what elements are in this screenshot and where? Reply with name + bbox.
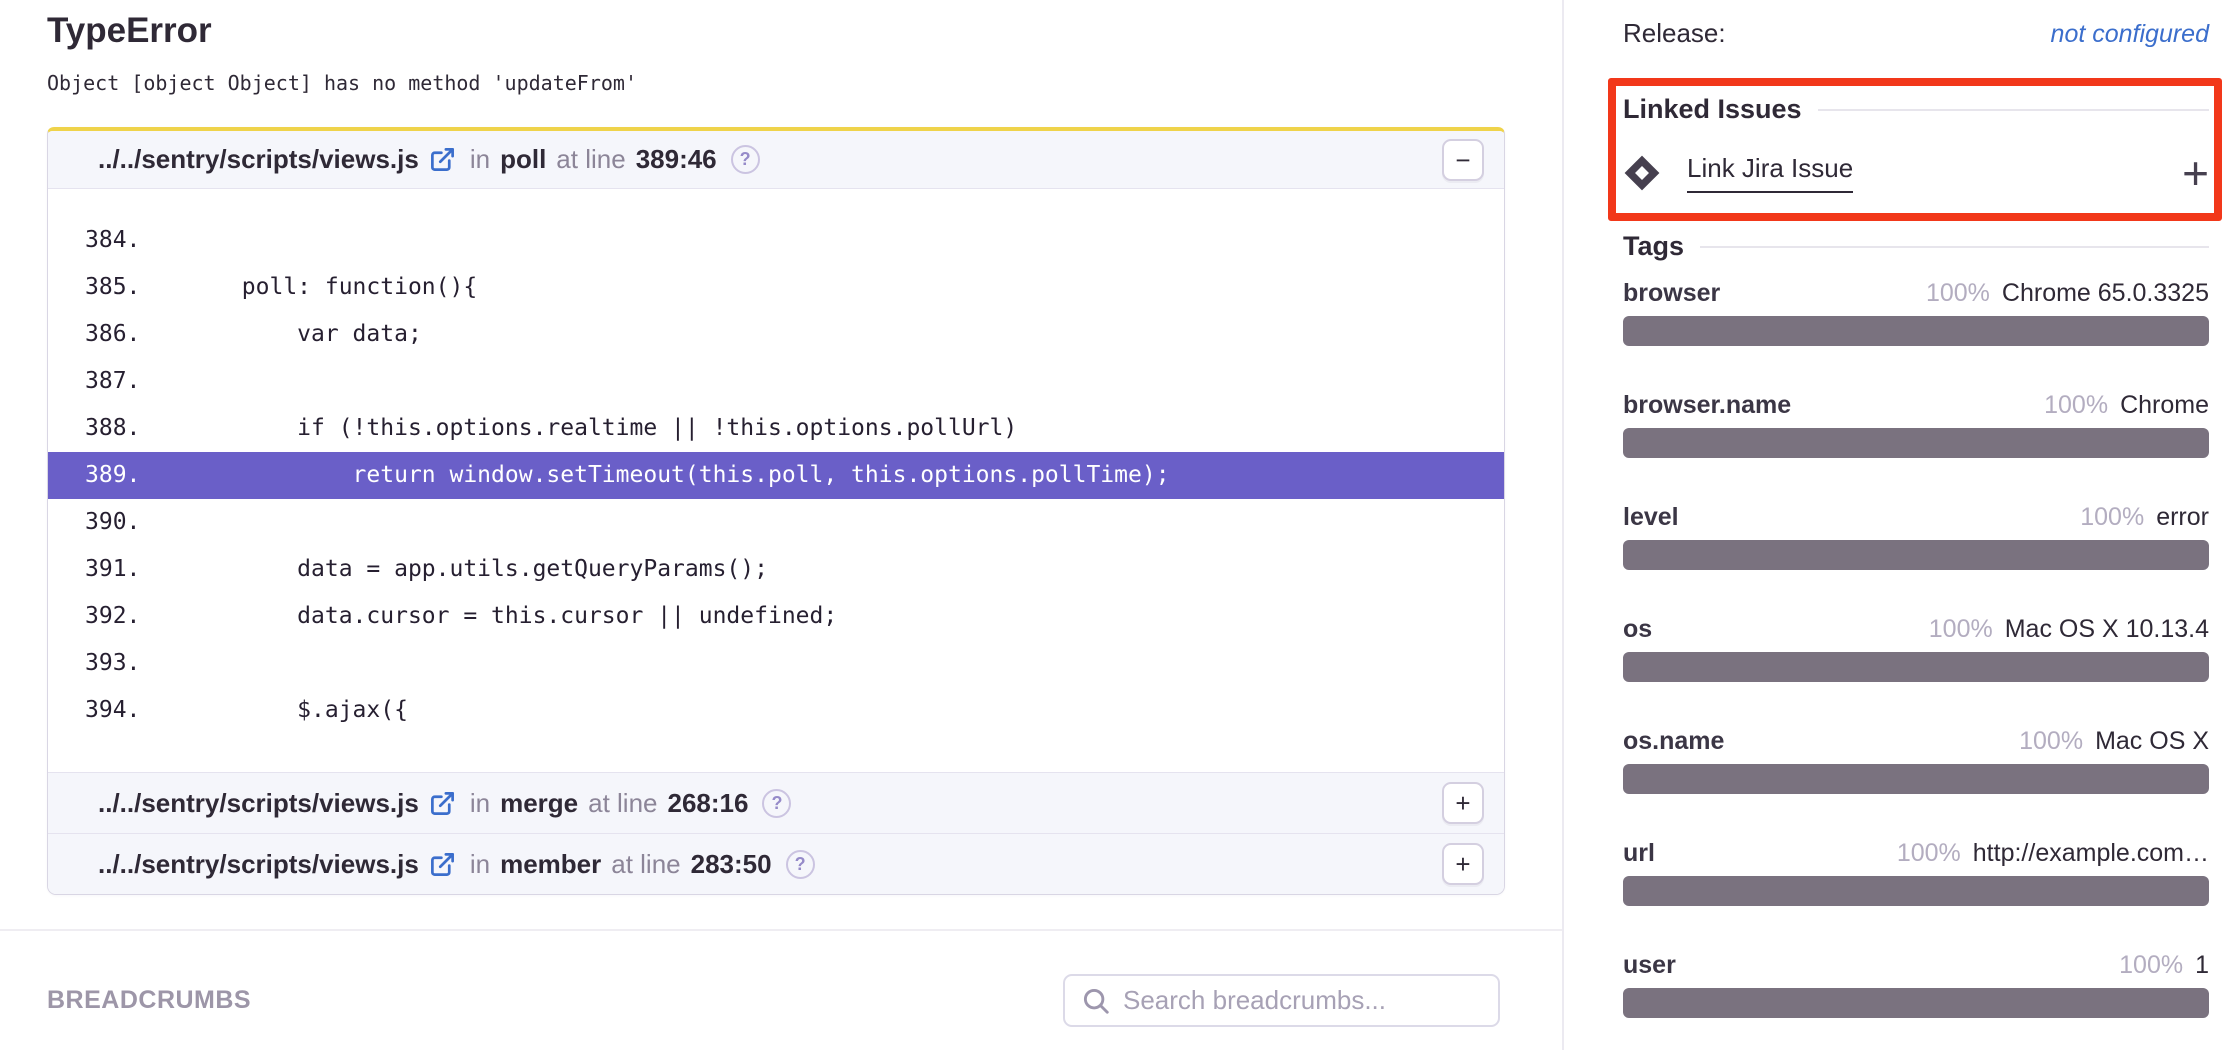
tag-value-link[interactable]: http://example.com… [1973, 839, 2209, 868]
code-line: 385. poll: function(){ [48, 264, 1504, 311]
tag-percent: 100% [2119, 951, 2183, 980]
code-line: 394. $.ajax({ [48, 687, 1504, 734]
frame-in-label: in [470, 144, 490, 175]
source-code-block: 384. 385. poll: function(){ 386. var dat… [48, 188, 1504, 772]
tag-value-link[interactable]: 1 [2195, 951, 2209, 980]
tag-percent: 100% [1897, 839, 1961, 868]
tag-value-link[interactable]: error [2156, 503, 2209, 532]
release-row: Release: not configured [1623, 18, 2209, 49]
tag-key-link[interactable]: url [1623, 839, 1655, 868]
tag-value-link[interactable]: Chrome [2120, 391, 2209, 420]
breadcrumbs-section-title: BREADCRUMBS [47, 986, 251, 1015]
tag-key-link[interactable]: browser.name [1623, 391, 1791, 420]
tag-value-link[interactable]: Chrome 65.0.3325 [2002, 279, 2209, 308]
tag-value-link[interactable]: Mac OS X 10.13.4 [2005, 615, 2209, 644]
tag-distribution-bar [1623, 540, 2209, 570]
code-line: 393. [48, 640, 1504, 687]
tag-percent: 100% [2080, 503, 2144, 532]
code-line: 386. var data; [48, 311, 1504, 358]
external-link-icon[interactable] [429, 851, 456, 878]
tag-row-level: level 100% error [1623, 503, 2209, 570]
code-line: 388. if (!this.options.realtime || !this… [48, 405, 1504, 452]
code-line: 391. data = app.utils.getQueryParams(); [48, 546, 1504, 593]
exception-message: Object [object Object] has no method 'up… [47, 68, 1562, 98]
help-icon[interactable]: ? [762, 789, 791, 818]
frame-function: poll [500, 144, 546, 175]
tag-percent: 100% [1926, 279, 1990, 308]
tag-row-os: os 100% Mac OS X 10.13.4 [1623, 615, 2209, 682]
issue-sidebar: Release: not configured Linked Issues Li… [1566, 0, 2234, 1050]
tag-row-url: url 100% http://example.com… [1623, 839, 2209, 906]
tag-row-os-name: os.name 100% Mac OS X [1623, 727, 2209, 794]
external-link-icon[interactable] [429, 790, 456, 817]
external-link-icon[interactable] [429, 146, 456, 173]
code-line: 384. [48, 217, 1504, 264]
frame-at-line-label: at line [556, 144, 625, 175]
breadcrumbs-search-box[interactable] [1063, 974, 1500, 1027]
tag-percent: 100% [2019, 727, 2083, 756]
link-jira-issue-link[interactable]: Link Jira Issue [1687, 153, 1853, 193]
release-not-configured-link[interactable]: not configured [2051, 20, 2209, 49]
frame-filename: ../../sentry/scripts/views.js [98, 144, 419, 175]
search-icon [1081, 986, 1111, 1016]
tag-key-link[interactable]: browser [1623, 279, 1720, 308]
help-icon[interactable]: ? [786, 850, 815, 879]
code-line: 387. [48, 358, 1504, 405]
tag-percent: 100% [1929, 615, 1993, 644]
code-line-highlighted-crash: 389. return window.setTimeout(this.poll,… [48, 452, 1504, 499]
frame-location: 268:16 [668, 788, 749, 819]
frame-location: 389:46 [636, 144, 717, 175]
exception-type-title: TypeError [47, 10, 1562, 52]
stack-trace-container: JS ../../sentry/scripts/views.js in poll… [47, 127, 1505, 895]
frame-filename: ../../sentry/scripts/views.js [98, 788, 419, 819]
release-label: Release: [1623, 18, 1726, 49]
tag-list: browser 100% Chrome 65.0.3325 browser.na… [1623, 279, 2209, 1018]
linked-issues-heading: Linked Issues [1623, 94, 2209, 125]
stack-frame-header-poll[interactable]: ../../sentry/scripts/views.js in poll at… [48, 131, 1504, 188]
breadcrumbs-header: BREADCRUMBS [47, 974, 1500, 1027]
add-linked-issue-button[interactable]: + [2182, 155, 2209, 191]
tag-percent: 100% [2044, 391, 2108, 420]
code-line: 390. [48, 499, 1504, 546]
section-divider [0, 929, 1562, 931]
tag-row-browser: browser 100% Chrome 65.0.3325 [1623, 279, 2209, 346]
tag-row-browser-name: browser.name 100% Chrome [1623, 391, 2209, 458]
stack-frame-header-merge[interactable]: ../../sentry/scripts/views.js in merge a… [48, 772, 1504, 833]
tag-key-link[interactable]: user [1623, 951, 1676, 980]
link-jira-issue-row: Link Jira Issue + [1623, 153, 2209, 193]
collapse-frame-button[interactable]: − [1442, 139, 1484, 181]
frame-filename: ../../sentry/scripts/views.js [98, 849, 419, 880]
tags-heading: Tags [1623, 231, 2209, 262]
breadcrumbs-search-input[interactable] [1123, 985, 1482, 1016]
stack-frame-header-member[interactable]: ../../sentry/scripts/views.js in member … [48, 833, 1504, 894]
exception-panel: TypeError Object [object Object] has no … [0, 0, 1564, 1050]
tag-key-link[interactable]: level [1623, 503, 1679, 532]
tag-value-link[interactable]: Mac OS X [2095, 727, 2209, 756]
frame-function: merge [500, 788, 578, 819]
expand-frame-button[interactable]: + [1442, 843, 1484, 885]
tag-row-user: user 100% 1 [1623, 951, 2209, 1018]
expand-frame-button[interactable]: + [1442, 782, 1484, 824]
tag-distribution-bar [1623, 764, 2209, 794]
tag-distribution-bar [1623, 876, 2209, 906]
tag-key-link[interactable]: os [1623, 615, 1652, 644]
frame-location: 283:50 [691, 849, 772, 880]
tag-distribution-bar [1623, 988, 2209, 1018]
jira-icon [1623, 154, 1661, 192]
help-icon[interactable]: ? [731, 145, 760, 174]
tag-distribution-bar [1623, 316, 2209, 346]
tag-distribution-bar [1623, 652, 2209, 682]
code-line: 392. data.cursor = this.cursor || undefi… [48, 593, 1504, 640]
tag-key-link[interactable]: os.name [1623, 727, 1724, 756]
tag-distribution-bar [1623, 428, 2209, 458]
frame-function: member [500, 849, 601, 880]
